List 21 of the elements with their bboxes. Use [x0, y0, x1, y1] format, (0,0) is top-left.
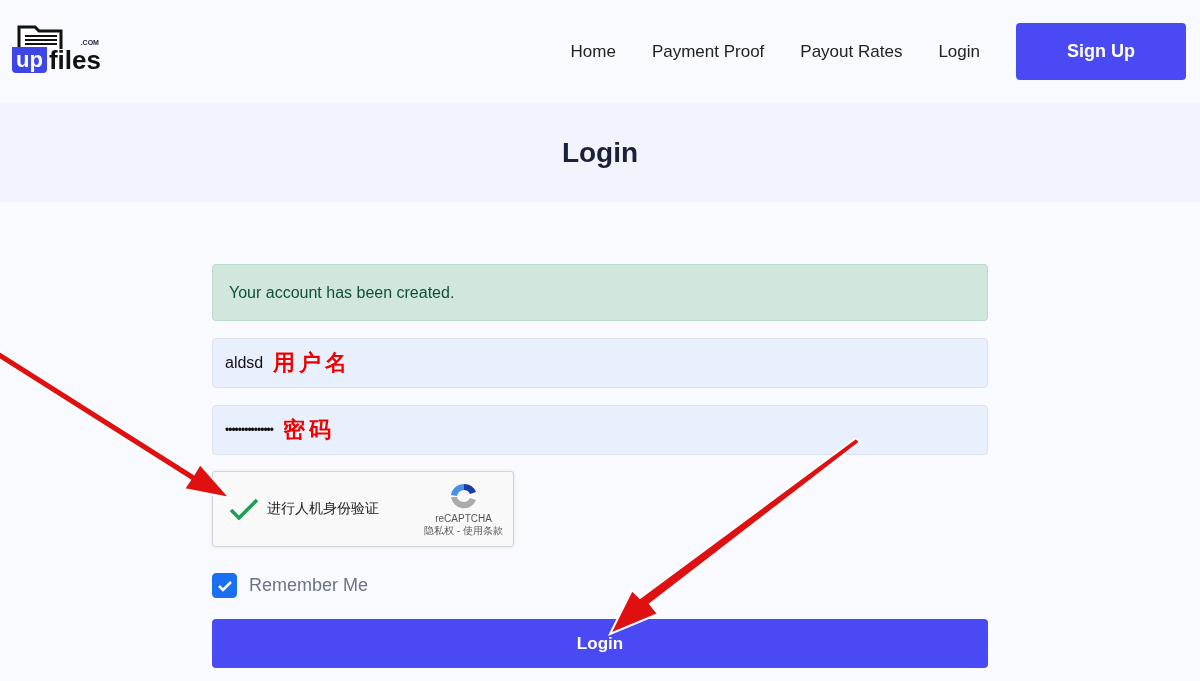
captcha-label: 进行人机身份验证 — [267, 500, 380, 518]
success-alert: Your account has been created. — [212, 264, 988, 321]
captcha-checkbox[interactable] — [229, 498, 259, 520]
folder-icon — [17, 24, 63, 49]
checkmark-icon — [216, 579, 233, 592]
remember-label: Remember Me — [249, 575, 369, 596]
login-button[interactable]: Login — [212, 619, 988, 668]
annotation-text: 用户名 — [273, 348, 352, 377]
annotation-text: 密码 — [283, 415, 336, 444]
nav-link[interactable]: Home — [570, 41, 616, 62]
nav-link[interactable]: Payout Rates — [800, 41, 903, 62]
checkmark-icon — [229, 498, 259, 520]
recaptcha-brand: reCAPTCHA — [435, 512, 492, 524]
privacy-terms-link[interactable]: 隐私权 - 使用条款 — [424, 523, 503, 538]
password-field[interactable]: ••••••••••••••• 密码 — [212, 405, 988, 455]
remember-checkbox[interactable] — [212, 573, 237, 598]
nav-link[interactable]: Login — [938, 41, 980, 62]
username-field[interactable]: aldsd 用户名 — [212, 338, 988, 388]
page-title: Login — [561, 136, 639, 169]
nav-link[interactable]: Payment Proof — [651, 41, 765, 62]
sign-up-button[interactable]: Sign Up — [1016, 23, 1186, 80]
